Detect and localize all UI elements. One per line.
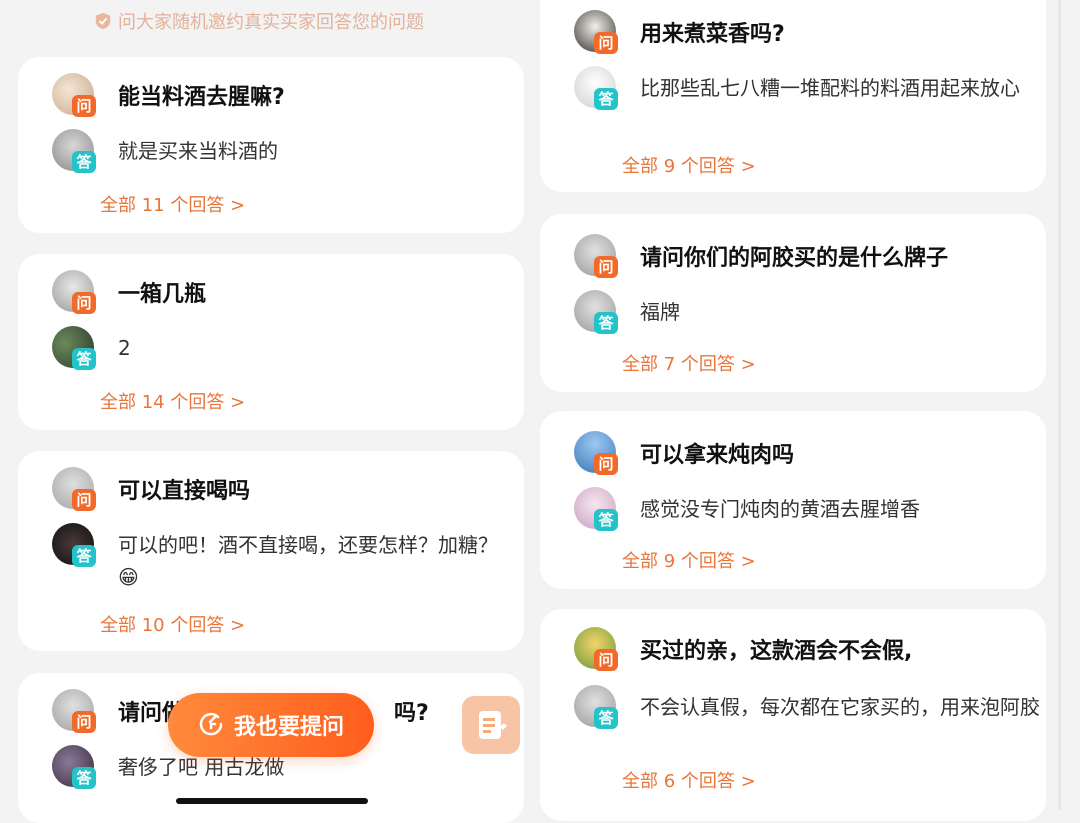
answer-row: 答 就是买来当料酒的 bbox=[36, 129, 506, 175]
avatar: 问 bbox=[574, 10, 618, 54]
qa-card[interactable]: 问 请问你们的阿胶买的是什么牌子 答 福牌 全部 7 个回答 > bbox=[540, 214, 1046, 392]
question-text: 请问你们的阿胶买的是什么牌子 bbox=[640, 246, 949, 271]
answer-tag: 答 bbox=[72, 348, 96, 370]
ask-question-button[interactable]: 我也要提问 bbox=[168, 693, 374, 757]
question-text: 用来煮菜香吗? bbox=[640, 22, 785, 47]
ask-question-label: 我也要提问 bbox=[233, 715, 344, 740]
avatar: 问 bbox=[52, 73, 96, 117]
qa-card[interactable]: 问 一箱几瓶 答 2 全部 14 个回答 > bbox=[18, 254, 524, 430]
answer-row: 答 不会认真假，每次都在它家买的，用来泡阿胶 bbox=[558, 685, 1040, 755]
question-tag: 问 bbox=[72, 489, 96, 511]
avatar: 答 bbox=[52, 745, 96, 789]
all-answers-link[interactable]: 全部 11 个回答 > bbox=[100, 191, 245, 217]
avatar: 答 bbox=[52, 523, 96, 567]
notice-text: 问大家随机邀约真实买家回答您的问题 bbox=[118, 12, 424, 33]
answer-text: 比那些乱七八糟一堆配料的料酒用起来放心 bbox=[640, 76, 1020, 100]
qa-card[interactable]: 问 用来煮菜香吗? 答 比那些乱七八糟一堆配料的料酒用起来放心 全部 9 个回答… bbox=[540, 0, 1046, 192]
question-text: 可以拿来炖肉吗 bbox=[640, 443, 795, 468]
avatar: 答 bbox=[574, 290, 618, 334]
all-answers-link[interactable]: 全部 7 个回答 > bbox=[622, 350, 756, 376]
qa-card[interactable]: 问 买过的亲，这款酒会不会假, 答 不会认真假，每次都在它家买的，用来泡阿胶 全… bbox=[540, 609, 1046, 821]
question-row[interactable]: 问 请问你们的阿胶买的是什么牌子 bbox=[558, 234, 1028, 280]
shield-check-icon bbox=[95, 12, 111, 30]
note-button[interactable] bbox=[462, 696, 520, 754]
question-text: 一箱几瓶 bbox=[118, 282, 207, 307]
question-text: 可以直接喝吗 bbox=[118, 479, 251, 504]
answer-text: 2 bbox=[118, 336, 131, 360]
answer-tag: 答 bbox=[72, 767, 96, 789]
answer-text: 可以的吧！酒不直接喝，还要怎样？加糖？😁 bbox=[118, 533, 498, 589]
avatar: 答 bbox=[574, 66, 618, 110]
question-row[interactable]: 问 可以拿来炖肉吗 bbox=[558, 431, 1028, 477]
all-answers-link[interactable]: 全部 9 个回答 > bbox=[622, 547, 756, 573]
answer-tag: 答 bbox=[72, 151, 96, 173]
all-answers-link[interactable]: 全部 9 个回答 > bbox=[622, 152, 756, 178]
answer-tag: 答 bbox=[594, 509, 618, 531]
question-tag: 问 bbox=[594, 32, 618, 54]
avatar: 答 bbox=[52, 326, 96, 370]
question-tag: 问 bbox=[594, 649, 618, 671]
scrollbar-track bbox=[1058, 0, 1061, 810]
question-row[interactable]: 问 能当料酒去腥嘛? bbox=[36, 73, 506, 119]
question-tag: 问 bbox=[72, 95, 96, 117]
qa-card[interactable]: 问 能当料酒去腥嘛? 答 就是买来当料酒的 全部 11 个回答 > bbox=[18, 57, 524, 233]
avatar: 答 bbox=[52, 129, 96, 173]
avatar: 问 bbox=[574, 234, 618, 278]
avatar: 问 bbox=[52, 270, 96, 314]
answer-row: 答 2 bbox=[36, 326, 506, 372]
question-row[interactable]: 问 买过的亲，这款酒会不会假, bbox=[558, 627, 1028, 673]
question-tag: 问 bbox=[594, 256, 618, 278]
home-indicator bbox=[176, 798, 368, 804]
question-row[interactable]: 问 可以直接喝吗 bbox=[36, 467, 506, 513]
answer-row: 答 感觉没专门炖肉的黄酒去腥增香 bbox=[558, 487, 1028, 533]
question-text-tail: 吗? bbox=[394, 701, 429, 726]
avatar: 问 bbox=[52, 467, 96, 511]
answer-tag: 答 bbox=[594, 88, 618, 110]
question-text: 能当料酒去腥嘛? bbox=[118, 85, 285, 110]
question-tag: 问 bbox=[594, 453, 618, 475]
all-answers-link[interactable]: 全部 10 个回答 > bbox=[100, 611, 245, 637]
all-answers-link[interactable]: 全部 6 个回答 > bbox=[622, 767, 756, 793]
answer-row: 答 福牌 bbox=[558, 290, 1028, 336]
answer-tag: 答 bbox=[594, 707, 618, 729]
compose-icon bbox=[199, 712, 223, 736]
avatar: 问 bbox=[574, 627, 618, 671]
answer-tag: 答 bbox=[72, 545, 96, 567]
avatar: 问 bbox=[52, 689, 96, 733]
answer-text: 福牌 bbox=[640, 300, 680, 324]
answer-text: 不会认真假，每次都在它家买的，用来泡阿胶 bbox=[640, 695, 1040, 719]
qa-card[interactable]: 问 可以直接喝吗 答 可以的吧！酒不直接喝，还要怎样？加糖？😁 全部 10 个回… bbox=[18, 451, 524, 651]
answer-text: 就是买来当料酒的 bbox=[118, 139, 278, 163]
question-row[interactable]: 问 一箱几瓶 bbox=[36, 270, 506, 316]
answer-row: 答 比那些乱七八糟一堆配料的料酒用起来放心 bbox=[558, 66, 1028, 136]
answer-text: 感觉没专门炖肉的黄酒去腥增香 bbox=[640, 497, 920, 521]
question-text: 买过的亲，这款酒会不会假, bbox=[640, 639, 913, 664]
avatar: 答 bbox=[574, 487, 618, 531]
all-answers-link[interactable]: 全部 14 个回答 > bbox=[100, 388, 245, 414]
qa-card[interactable]: 问 可以拿来炖肉吗 答 感觉没专门炖肉的黄酒去腥增香 全部 9 个回答 > bbox=[540, 411, 1046, 589]
question-tag: 问 bbox=[72, 292, 96, 314]
avatar: 问 bbox=[574, 431, 618, 475]
question-tag: 问 bbox=[72, 711, 96, 733]
answer-row: 答 可以的吧！酒不直接喝，还要怎样？加糖？😁 bbox=[36, 523, 506, 603]
question-row[interactable]: 问 用来煮菜香吗? bbox=[558, 10, 1028, 56]
note-icon bbox=[479, 711, 507, 739]
answer-tag: 答 bbox=[594, 312, 618, 334]
avatar: 答 bbox=[574, 685, 618, 729]
notice-bar: 问大家随机邀约真实买家回答您的问题 bbox=[94, 8, 424, 34]
